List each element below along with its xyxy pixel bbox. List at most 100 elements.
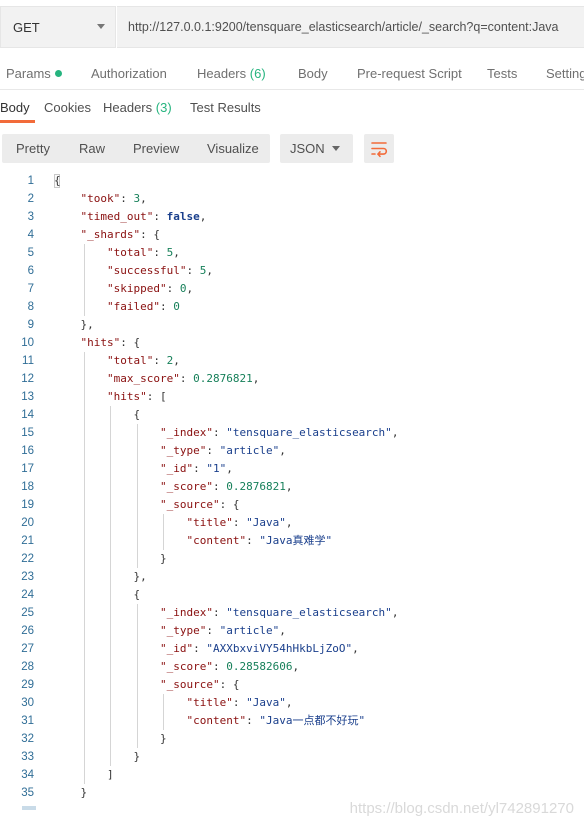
indent-guide [163,514,164,550]
line-number: 18 [21,481,34,493]
method-select[interactable]: GET [0,6,116,48]
line-number: 12 [21,373,34,385]
code-text: "successful": 5, [107,264,213,277]
tab-test-results[interactable]: Test Results [190,100,261,115]
code-line: 26 "_type": "article", [0,622,584,640]
tab-headers[interactable]: Headers (6) [197,66,266,81]
code-text: "title": "Java", [186,696,293,709]
code-line: 33} [0,748,584,766]
line-number: 5 [27,247,34,259]
line-number: 10 [21,337,34,349]
code-line: 2 "took": 3, [0,190,584,208]
tab-pre-request-script[interactable]: Pre-request Script [357,66,462,81]
tab-label: Headers [103,100,153,115]
tab-settings[interactable]: Settings [546,66,584,81]
code-line: 31 "content": "Java一点都不好玩" [0,712,584,730]
code-line: 18 "_score": 0.2876821, [0,478,584,496]
code-text: "_index": "tensquare_elasticsearch", [160,426,399,439]
tab-body[interactable]: Body [298,66,328,81]
line-number: 23 [21,571,34,583]
tab-response-headers[interactable]: Headers (3) [103,100,172,115]
line-number: 35 [21,787,34,799]
code-line: 8 "failed": 0 [0,298,584,316]
code-line: 17 "_id": "1", [0,460,584,478]
code-text: "hits": { [80,336,141,349]
code-text: } [160,732,167,745]
line-number: 22 [21,553,34,565]
indent-guide [110,406,111,766]
code-line: 11 "total": 2, [0,352,584,370]
tab-count: (3) [155,100,172,115]
url-input[interactable]: http://127.0.0.1:9200/tensquare_elastics… [117,6,584,48]
code-text: "_index": "tensquare_elasticsearch", [160,606,399,619]
line-number: 24 [21,589,34,601]
line-number: 34 [21,769,34,781]
tab-tests[interactable]: Tests [487,66,517,81]
line-number: 15 [21,427,34,439]
line-number: 9 [27,319,34,331]
line-number: 7 [27,283,34,295]
code-text: "_type": "article", [160,624,286,637]
tab-authorization[interactable]: Authorization [91,66,167,81]
view-raw-button[interactable]: Raw [79,141,105,156]
code-line: 1{ [0,172,584,190]
code-text: "content": "Java一点都不好玩" [186,714,366,727]
line-number: 8 [27,301,34,313]
code-line: 15 "_index": "tensquare_elasticsearch", [0,424,584,442]
format-label: JSON [290,141,325,156]
format-select[interactable]: JSON [280,134,353,163]
code-line: 34] [0,766,584,784]
tab-params[interactable]: Params [6,66,62,81]
indent-guide [163,694,164,730]
line-number: 16 [21,445,34,457]
code-text: "_score": 0.28582606, [160,660,300,673]
code-line: 32} [0,730,584,748]
tab-cookies[interactable]: Cookies [44,100,91,115]
indent-guide [136,604,138,748]
line-number: 2 [27,193,34,205]
line-number: 4 [27,229,34,241]
view-pretty-button[interactable]: Pretty [16,141,50,156]
code-line: 3 "timed_out": false, [0,208,584,226]
tab-label: Pre-request Script [357,66,462,81]
code-text: "hits": [ [107,390,167,403]
code-text: "content": "Java真难学" [186,534,333,547]
code-text: { [54,174,61,187]
tab-response-body[interactable]: Body [0,100,30,115]
indent-guide [83,244,85,316]
tab-label: Cookies [44,100,91,115]
code-text: } [80,786,88,799]
code-line: 5 "total": 5, [0,244,584,262]
view-visualize-button[interactable]: Visualize [207,141,259,156]
code-line: 22} [0,550,584,568]
indent-guide [136,424,138,568]
active-tab-indicator [0,120,35,123]
code-text: "title": "Java", [186,516,293,529]
line-number: 26 [21,625,34,637]
code-text: "_id": "1", [160,462,233,475]
code-text: "_id": "AXXbxviVY54hHkbLjZoO", [160,642,359,655]
response-toolbar: Pretty Raw Preview Visualize JSON [0,134,584,164]
code-line: 28 "_score": 0.28582606, [0,658,584,676]
line-number: 20 [21,517,34,529]
line-number: 6 [27,265,34,277]
tab-label: Authorization [91,66,167,81]
response-body-viewer[interactable]: 1{2 "took": 3, 3 "timed_out": false, 4 "_shar… [0,172,584,812]
line-number: 11 [22,355,34,367]
tab-label: Params [6,66,51,81]
code-text: "_source": { [160,498,240,511]
code-text: "_score": 0.2876821, [160,480,293,493]
tab-label: Body [298,66,328,81]
code-line: 16 "_type": "article", [0,442,584,460]
wrap-lines-button[interactable] [364,134,394,163]
code-text: "_source": { [160,678,240,691]
chevron-down-icon [97,24,105,29]
line-number: 3 [27,211,34,223]
tab-label: Test Results [190,100,261,115]
code-line: 12 "max_score": 0.2876821, [0,370,584,388]
code-text: "skipped": 0, [107,282,194,295]
code-text: } [160,552,167,565]
code-text: "failed": 0 [107,300,180,313]
line-number: 14 [21,409,34,421]
view-preview-button[interactable]: Preview [133,141,179,156]
